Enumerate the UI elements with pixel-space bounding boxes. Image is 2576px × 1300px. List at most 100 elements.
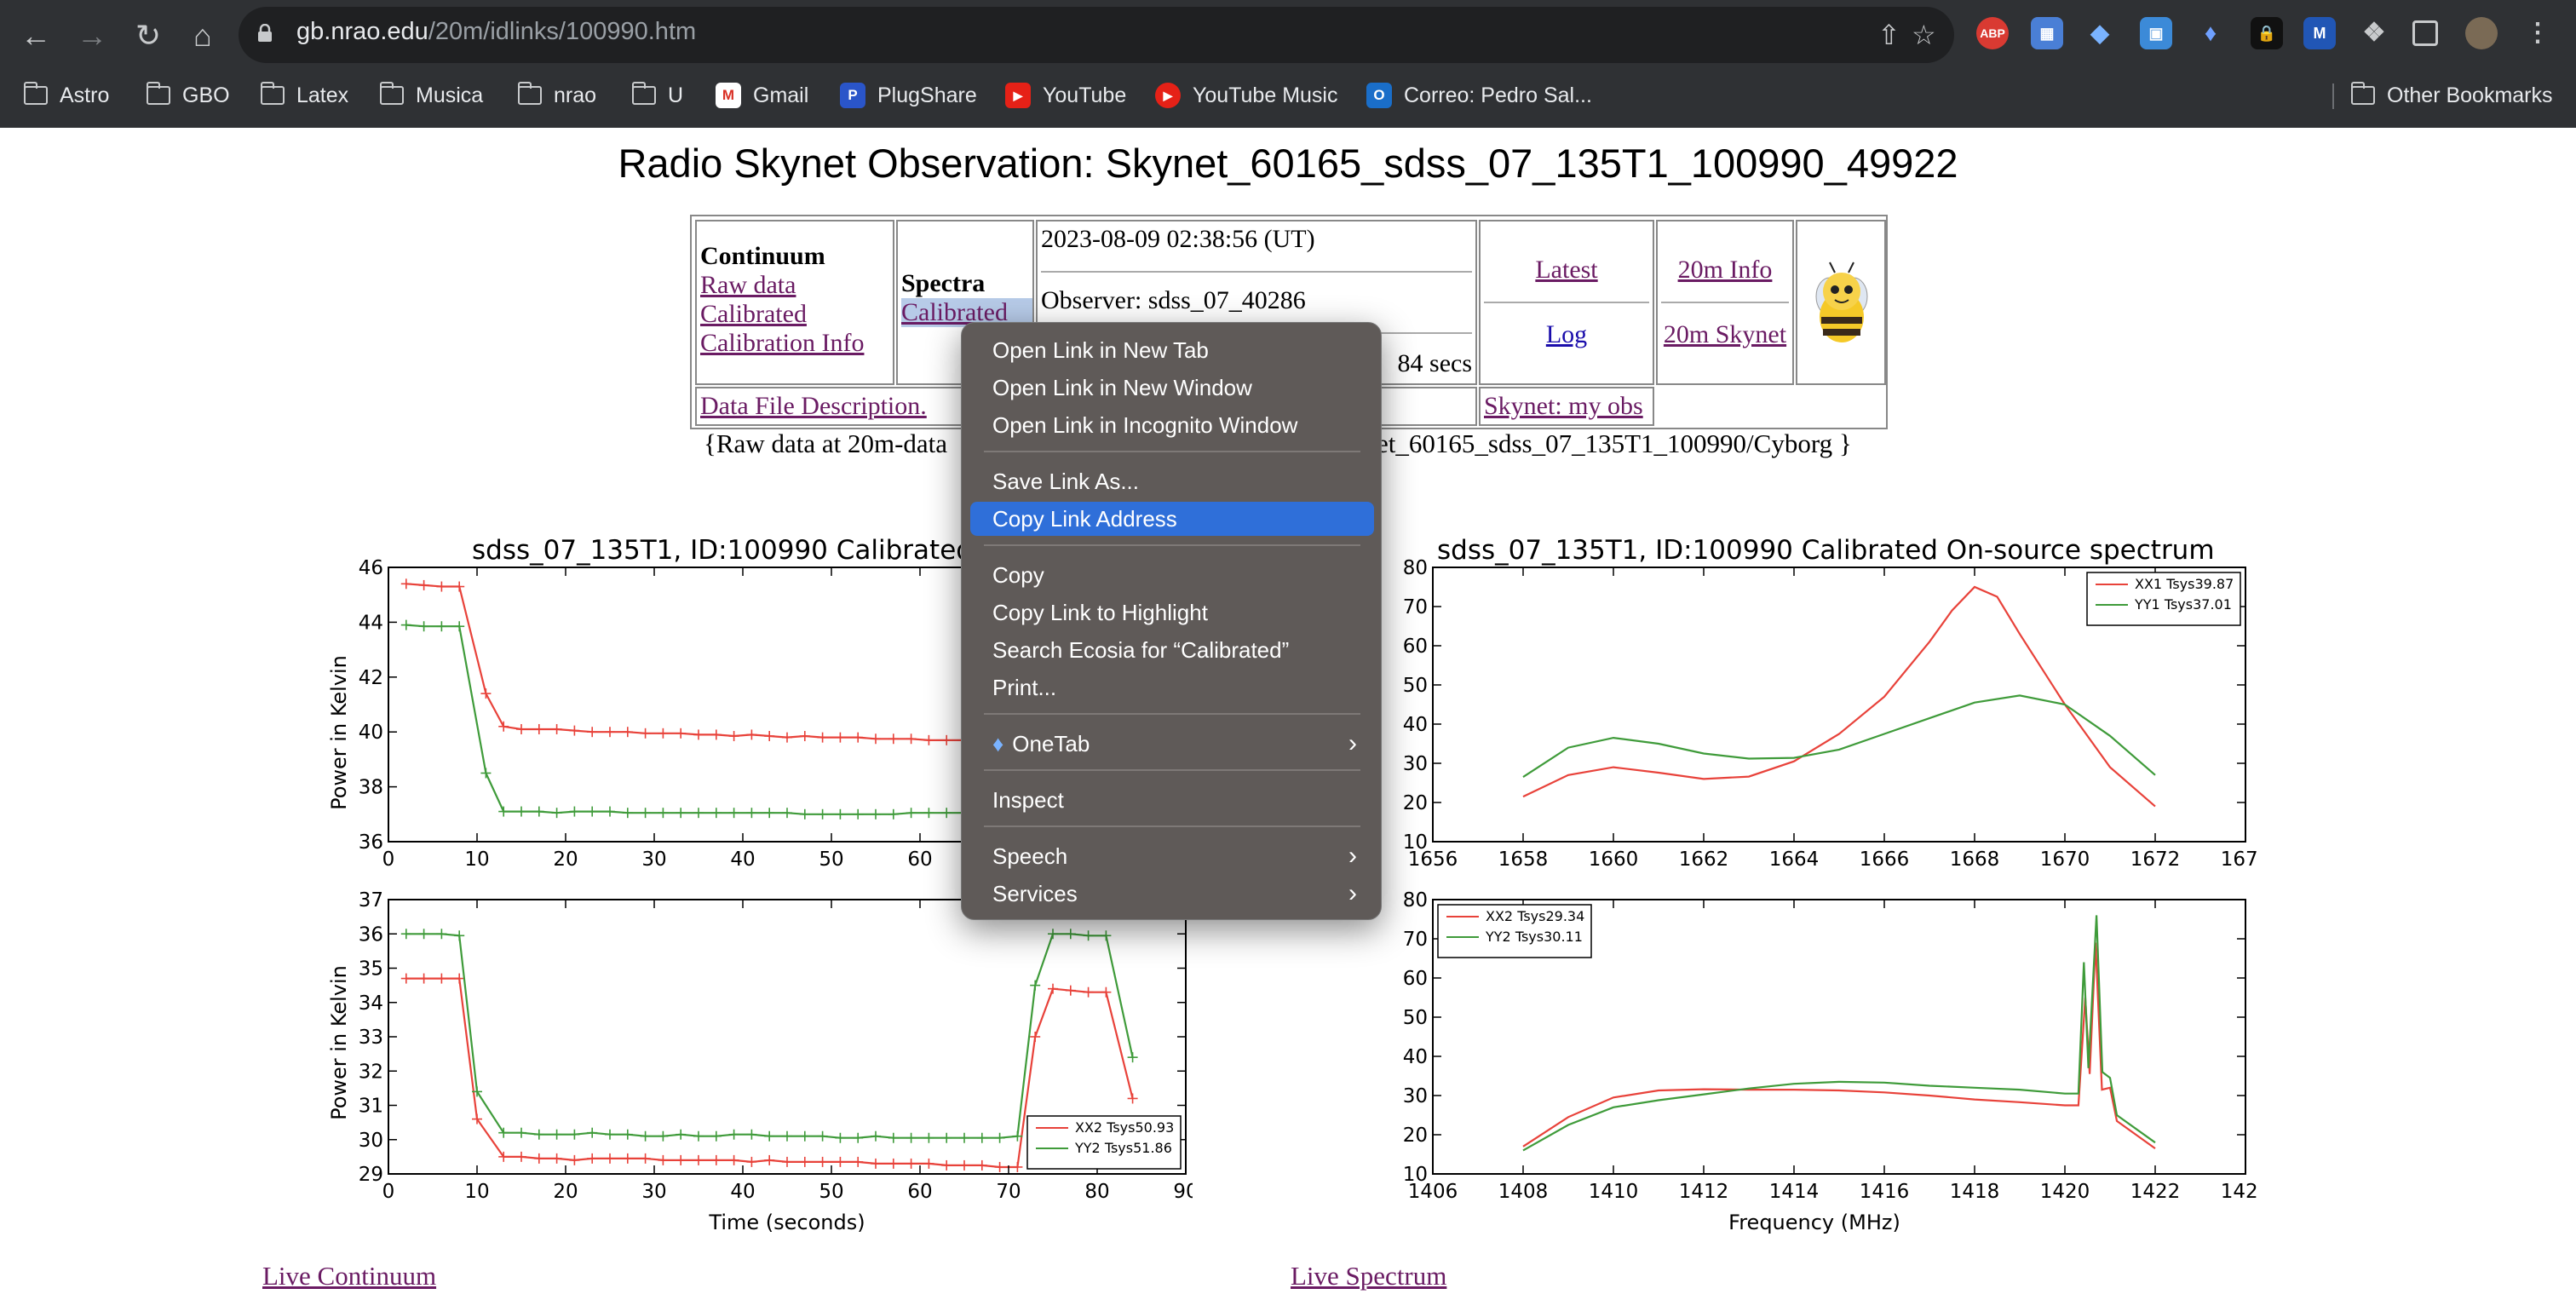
- screenshot-icon[interactable]: ▣: [2140, 17, 2172, 49]
- url-text[interactable]: gb.nrao.edu/20m/idlinks/100990.htm: [296, 18, 696, 46]
- password-lock-icon[interactable]: 🔒: [2251, 17, 2283, 49]
- menu-copy-link-highlight[interactable]: Copy Link to Highlight: [970, 595, 1374, 630]
- x-tick-label: 1422: [2130, 1181, 2181, 1203]
- series-line: [1522, 694, 2156, 779]
- menu-copy-link-address[interactable]: Copy Link Address: [970, 502, 1374, 536]
- bee-mascot-icon[interactable]: [1797, 221, 1884, 383]
- y-tick-label: 20: [1403, 792, 1428, 814]
- menu-open-incognito[interactable]: Open Link in Incognito Window: [970, 408, 1374, 442]
- x-tick-label: 1414: [1769, 1181, 1820, 1203]
- latest-link[interactable]: Latest: [1481, 256, 1653, 285]
- x-tick-label: 1670: [2040, 848, 2090, 871]
- bookmark-outlook[interactable]: O Correo: Pedro Sal...: [1366, 80, 1592, 111]
- reload-icon[interactable]: ↻: [128, 15, 169, 56]
- y-tick-label: 30: [359, 1130, 383, 1152]
- live-continuum-link[interactable]: Live Continuum: [262, 1261, 436, 1291]
- m-extension-label: M: [2313, 25, 2326, 42]
- continuum-calibrated-link[interactable]: Calibrated: [700, 300, 893, 329]
- y-tick-label: 20: [1403, 1125, 1428, 1147]
- x-tick-label: 1424: [2221, 1181, 2257, 1203]
- bookmarks-bar: Astro GBO Latex Musica nrao U M Gmail P Pl…: [0, 72, 2576, 119]
- menu-separator: [984, 825, 1360, 827]
- series-line: [1522, 585, 2156, 808]
- menu-open-new-window[interactable]: Open Link in New Window: [970, 371, 1374, 405]
- bookmark-gmail[interactable]: M Gmail: [716, 80, 808, 111]
- menu-services-label: Services: [992, 881, 1078, 906]
- menu-copy[interactable]: Copy: [970, 558, 1374, 592]
- legend-label: YY2 Tsys51.86: [1074, 1140, 1172, 1156]
- menu-inspect[interactable]: Inspect: [970, 783, 1374, 817]
- bookmark-youtube[interactable]: ▶ YouTube: [1005, 80, 1126, 111]
- bookmark-gbo[interactable]: GBO: [147, 80, 230, 111]
- bookmark-label: PlugShare: [877, 83, 977, 107]
- bookmark-label: nrao: [554, 83, 597, 107]
- bookmark-latex[interactable]: Latex: [261, 80, 348, 111]
- x-tick-label: 50: [819, 1181, 843, 1203]
- y-tick-label: 40: [359, 722, 383, 744]
- skynet-my-obs-link[interactable]: Skynet: my obs: [1484, 392, 1653, 421]
- adblock-plus-icon[interactable]: ABP: [1976, 17, 2009, 49]
- 20m-skynet-link[interactable]: 20m Skynet: [1658, 320, 1792, 349]
- bookmark-label: YouTube: [1043, 83, 1127, 107]
- share-icon[interactable]: ⇧: [1877, 19, 1900, 51]
- address-bar[interactable]: gb.nrao.edu/20m/idlinks/100990.htm ⇧ ☆: [239, 7, 1954, 63]
- y-tick-label: 33: [359, 1027, 383, 1049]
- x-tick-label: 0: [382, 848, 395, 871]
- y-tick-label: 36: [359, 831, 383, 854]
- bookmark-musica[interactable]: Musica: [380, 80, 483, 111]
- calibration-info-link[interactable]: Calibration Info: [700, 329, 893, 358]
- latest-log-cell: Latest Log: [1479, 220, 1654, 385]
- menu-speech-label: Speech: [992, 843, 1068, 869]
- continuum-heading: Continuum: [700, 242, 825, 270]
- 20m-info-link[interactable]: 20m Info: [1658, 256, 1792, 285]
- x-tick-label: 1410: [1589, 1181, 1639, 1203]
- home-icon[interactable]: ⌂: [182, 15, 223, 56]
- cell-divider: [1484, 302, 1649, 303]
- x-tick-label: 80: [1084, 1181, 1109, 1203]
- x-tick-label: 1420: [2040, 1181, 2090, 1203]
- profile-avatar[interactable]: [2465, 17, 2498, 49]
- menu-open-new-tab[interactable]: Open Link in New Tab: [970, 333, 1374, 367]
- folder-icon: [147, 82, 170, 105]
- cell-divider: [1661, 302, 1789, 303]
- x-tick-label: 60: [907, 848, 932, 871]
- bookmark-nrao[interactable]: nrao: [518, 80, 596, 111]
- live-spectrum-link[interactable]: Live Spectrum: [1291, 1261, 1446, 1291]
- x-tick-label: 60: [907, 1181, 932, 1203]
- translate-icon[interactable]: ▦: [2031, 17, 2063, 49]
- continuum-cell: Continuum Raw data Calibrated Calibratio…: [695, 220, 894, 385]
- x-tick-label: 40: [730, 1181, 755, 1203]
- bookmark-plugshare[interactable]: P PlugShare: [840, 80, 977, 111]
- side-panel-icon[interactable]: [2412, 20, 2438, 46]
- y-tick-label: 60: [1403, 968, 1428, 990]
- raw-data-link[interactable]: Raw data: [700, 271, 893, 300]
- menu-print[interactable]: Print...: [970, 670, 1374, 705]
- menu-save-link-as[interactable]: Save Link As...: [970, 464, 1374, 498]
- menu-services[interactable]: Services ›: [970, 877, 1374, 911]
- menu-onetab[interactable]: ♦ OneTab ›: [970, 727, 1374, 761]
- bookmark-youtube-music[interactable]: ▶ YouTube Music: [1155, 80, 1337, 111]
- bookmark-star-icon[interactable]: ☆: [1912, 19, 1936, 51]
- other-bookmarks[interactable]: Other Bookmarks: [2351, 80, 2553, 111]
- back-arrow-icon[interactable]: ←: [15, 15, 56, 56]
- folder-icon: [24, 82, 48, 105]
- forward-arrow-icon[interactable]: →: [72, 15, 112, 56]
- y-tick-label: 38: [359, 777, 383, 799]
- bookmark-astro[interactable]: Astro: [24, 80, 109, 111]
- bookmark-u[interactable]: U: [632, 80, 683, 111]
- y-tick-label: 30: [1403, 753, 1428, 775]
- extension-diamond-icon[interactable]: ♦: [2194, 17, 2227, 49]
- details-divider: [1041, 271, 1472, 273]
- extensions-puzzle-icon[interactable]: ❖: [2358, 17, 2390, 49]
- spectrum-xlabel: Frequency (MHz): [1728, 1211, 1900, 1234]
- x-tick-label: 1662: [1679, 848, 1729, 871]
- menu-speech[interactable]: Speech ›: [970, 839, 1374, 873]
- log-link[interactable]: Log: [1481, 320, 1653, 349]
- x-tick-label: 20: [553, 848, 578, 871]
- menu-search-ecosia[interactable]: Search Ecosia for “Calibrated”: [970, 633, 1374, 667]
- m-extension-icon[interactable]: M: [2303, 17, 2336, 49]
- x-tick-label: 20: [553, 1181, 578, 1203]
- menu-kebab-icon[interactable]: ⋮: [2521, 17, 2554, 49]
- folder-icon: [2351, 82, 2375, 105]
- onetab-icon[interactable]: ◆: [2084, 17, 2116, 49]
